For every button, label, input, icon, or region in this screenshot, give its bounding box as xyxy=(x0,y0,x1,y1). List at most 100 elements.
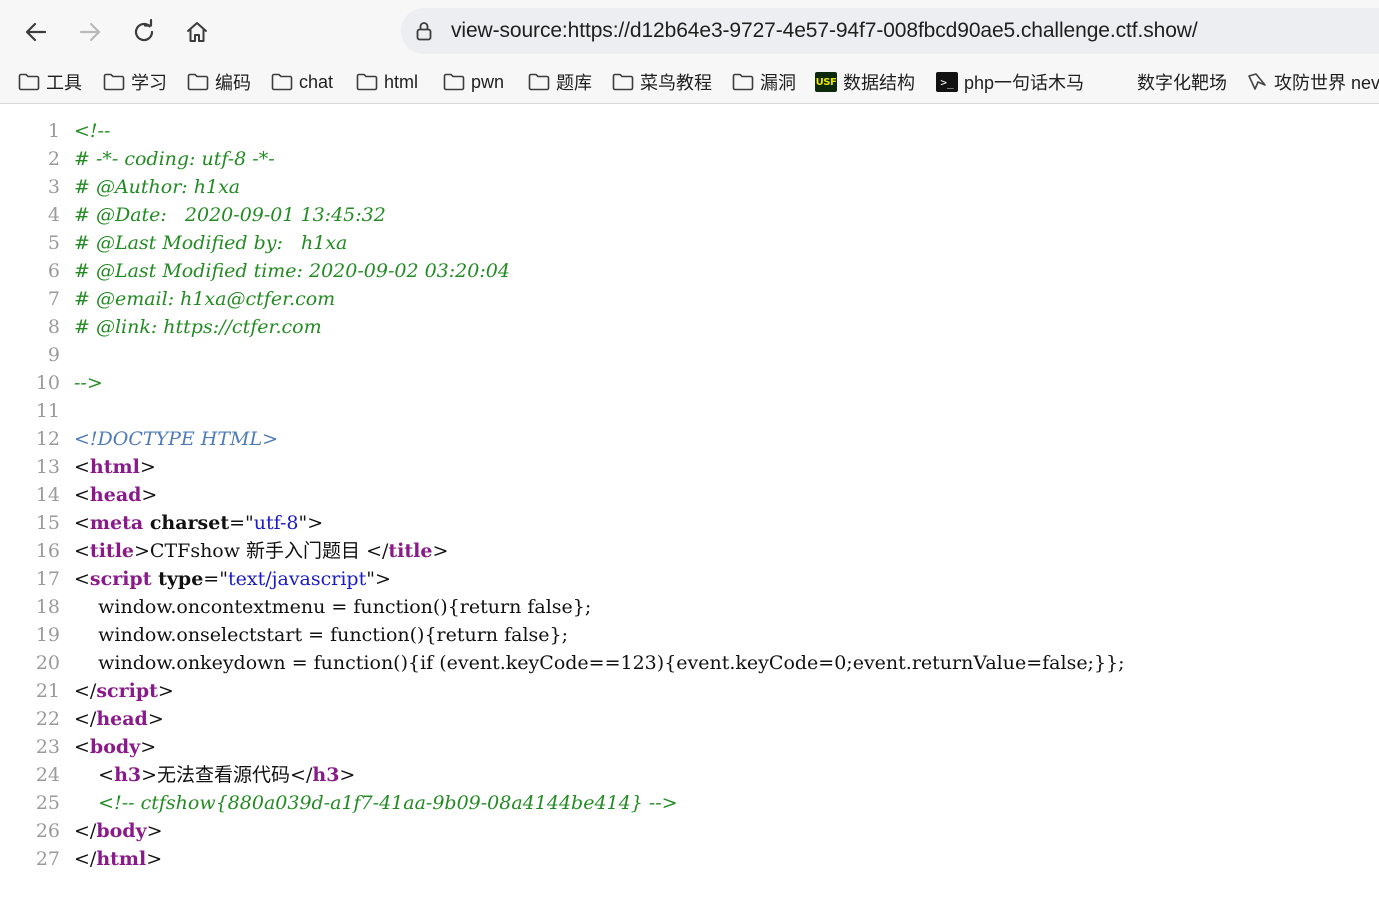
code-token: "> xyxy=(366,568,391,590)
bookmark-folder-html[interactable]: html xyxy=(356,69,418,95)
code-token: </ xyxy=(74,708,97,730)
source-line: 4 # @Date: 2020-09-01 13:45:32 xyxy=(0,201,1379,229)
source-line: 20 window.onkeydown = function(){if (eve… xyxy=(0,649,1379,677)
bookmark-data-structures[interactable]: USF 数据结构 xyxy=(815,69,915,95)
code-token: utf-8 xyxy=(253,512,299,534)
bookmark-folder-study[interactable]: 学习 xyxy=(103,69,167,95)
code-token: body xyxy=(89,736,141,758)
bookmark-digital-range[interactable]: 数字化靶场 xyxy=(1137,69,1227,95)
bookmark-label: 题库 xyxy=(556,73,592,93)
forward-button[interactable] xyxy=(70,12,110,52)
line-number: 26 xyxy=(35,820,60,842)
code-token: # @Last Modified by: h1xa xyxy=(74,232,348,254)
code-token: charset xyxy=(149,512,230,534)
code-token: html xyxy=(89,456,140,478)
line-code: window.oncontextmenu = function(){return… xyxy=(74,593,591,621)
source-line: 6 # @Last Modified time: 2020-09-02 03:20… xyxy=(0,257,1379,285)
bookmark-label: 数字化靶场 xyxy=(1137,73,1227,93)
code-token: window.oncontextmenu = function(){return… xyxy=(74,596,592,618)
back-button[interactable] xyxy=(16,12,56,52)
bookmark-folder-tools[interactable]: 工具 xyxy=(18,69,82,95)
bookmarks-bar: 工具 学习 编码 chat html pwn 题库 菜鸟教程 漏洞 USF 数据… xyxy=(0,62,1379,104)
lock-icon[interactable] xyxy=(413,20,435,42)
code-token: <!-- xyxy=(74,120,111,142)
code-token: script xyxy=(89,568,159,590)
line-code: <h3>无法查看源代码</h3> xyxy=(74,761,355,789)
source-line: 27 </html> xyxy=(0,845,1379,873)
bookmark-label: 工具 xyxy=(46,73,82,93)
code-token: window.onkeydown = function(){if (event.… xyxy=(74,652,1125,674)
browser-toolbar: view-source:https://d12b64e3-9727-4e57-9… xyxy=(0,0,1379,62)
bookmark-folder-runoob[interactable]: 菜鸟教程 xyxy=(612,69,712,95)
code-token: # @email: h1xa@ctfer.com xyxy=(74,288,336,310)
line-code: # @Last Modified time: 2020-09-02 03:20:… xyxy=(74,257,510,285)
code-token: title xyxy=(388,540,433,562)
bookmark-folder-problems[interactable]: 题库 xyxy=(528,69,592,95)
code-token: >无法查看源代码</ xyxy=(141,764,313,786)
code-token: =" xyxy=(203,568,228,590)
code-token: meta xyxy=(89,512,150,534)
code-token: <!DOCTYPE HTML> xyxy=(74,428,279,450)
bookmark-folder-chat[interactable]: chat xyxy=(271,69,333,95)
line-number: 20 xyxy=(35,652,60,674)
bookmark-folder-pwn[interactable]: pwn xyxy=(443,69,504,95)
bookmark-folder-vulns[interactable]: 漏洞 xyxy=(732,69,796,95)
line-number: 17 xyxy=(35,568,60,590)
line-number: 12 xyxy=(35,428,60,450)
code-token: h3 xyxy=(114,764,142,786)
code-token: </ xyxy=(74,820,97,842)
code-token: body xyxy=(96,820,147,842)
arrow-right-icon xyxy=(79,22,101,42)
bookmark-php-webshell[interactable]: >_ php一句话木马 xyxy=(936,69,1084,95)
bookmark-adworld[interactable]: 攻防世界 nev xyxy=(1246,69,1379,95)
line-number: 9 xyxy=(47,344,60,366)
url-text[interactable]: view-source:https://d12b64e3-9727-4e57-9… xyxy=(451,19,1198,43)
line-number: 24 xyxy=(35,764,60,786)
line-code: <!-- xyxy=(74,117,110,145)
reload-button[interactable] xyxy=(124,12,164,52)
line-code: # @Last Modified by: h1xa xyxy=(74,229,347,257)
code-token: < xyxy=(74,540,90,562)
bookmark-label: 学习 xyxy=(131,73,167,93)
folder-icon xyxy=(103,72,125,92)
code-token: > xyxy=(432,540,449,562)
bookmark-label: 漏洞 xyxy=(760,73,796,93)
line-number: 3 xyxy=(47,176,60,198)
bookmark-label: chat xyxy=(299,71,334,92)
line-code: <!DOCTYPE HTML> xyxy=(74,425,278,453)
line-number: 27 xyxy=(35,848,60,870)
code-token: > xyxy=(139,456,156,478)
source-view: 1 <!-- 2 # -*- coding: utf-8 -*- 3 # @Author:… xyxy=(0,117,1379,873)
code-token: </ xyxy=(74,848,97,870)
line-number: 5 xyxy=(47,232,60,254)
bookmark-folder-encoding[interactable]: 编码 xyxy=(187,69,251,95)
reload-icon xyxy=(134,19,154,42)
code-token: window.onselectstart = function(){return… xyxy=(74,624,569,646)
code-token: head xyxy=(96,708,148,730)
code-token: > xyxy=(146,848,163,870)
source-line: 23 <body> xyxy=(0,733,1379,761)
line-number: 7 xyxy=(47,288,60,310)
source-line: 26 </body> xyxy=(0,817,1379,845)
address-bar[interactable]: view-source:https://d12b64e3-9727-4e57-9… xyxy=(401,8,1379,54)
bookmark-label: 编码 xyxy=(215,73,251,93)
code-token: html xyxy=(96,848,147,870)
source-line: 18 window.oncontextmenu = function(){ret… xyxy=(0,593,1379,621)
code-token: # @Date: 2020-09-01 13:45:32 xyxy=(74,204,386,226)
code-token: # @Last Modified time: 2020-09-02 03:20:… xyxy=(74,260,510,282)
line-code: # @Author: h1xa xyxy=(74,173,240,201)
folder-icon xyxy=(356,72,378,92)
code-token: --> xyxy=(74,372,103,394)
line-code: # @email: h1xa@ctfer.com xyxy=(74,285,335,313)
source-line: 2 # -*- coding: utf-8 -*- xyxy=(0,145,1379,173)
home-button[interactable] xyxy=(177,12,217,52)
line-code: <!-- ctfshow{880a039d-a1f7-41aa-9b09-08a… xyxy=(74,789,677,817)
line-code: </html> xyxy=(74,845,162,873)
code-token: > xyxy=(146,820,163,842)
line-number: 15 xyxy=(35,512,60,534)
line-code: </head> xyxy=(74,705,164,733)
line-number: 4 xyxy=(47,204,60,226)
source-line: 19 window.onselectstart = function(){ret… xyxy=(0,621,1379,649)
code-token: head xyxy=(89,484,142,506)
bookmark-label: 菜鸟教程 xyxy=(640,73,712,93)
